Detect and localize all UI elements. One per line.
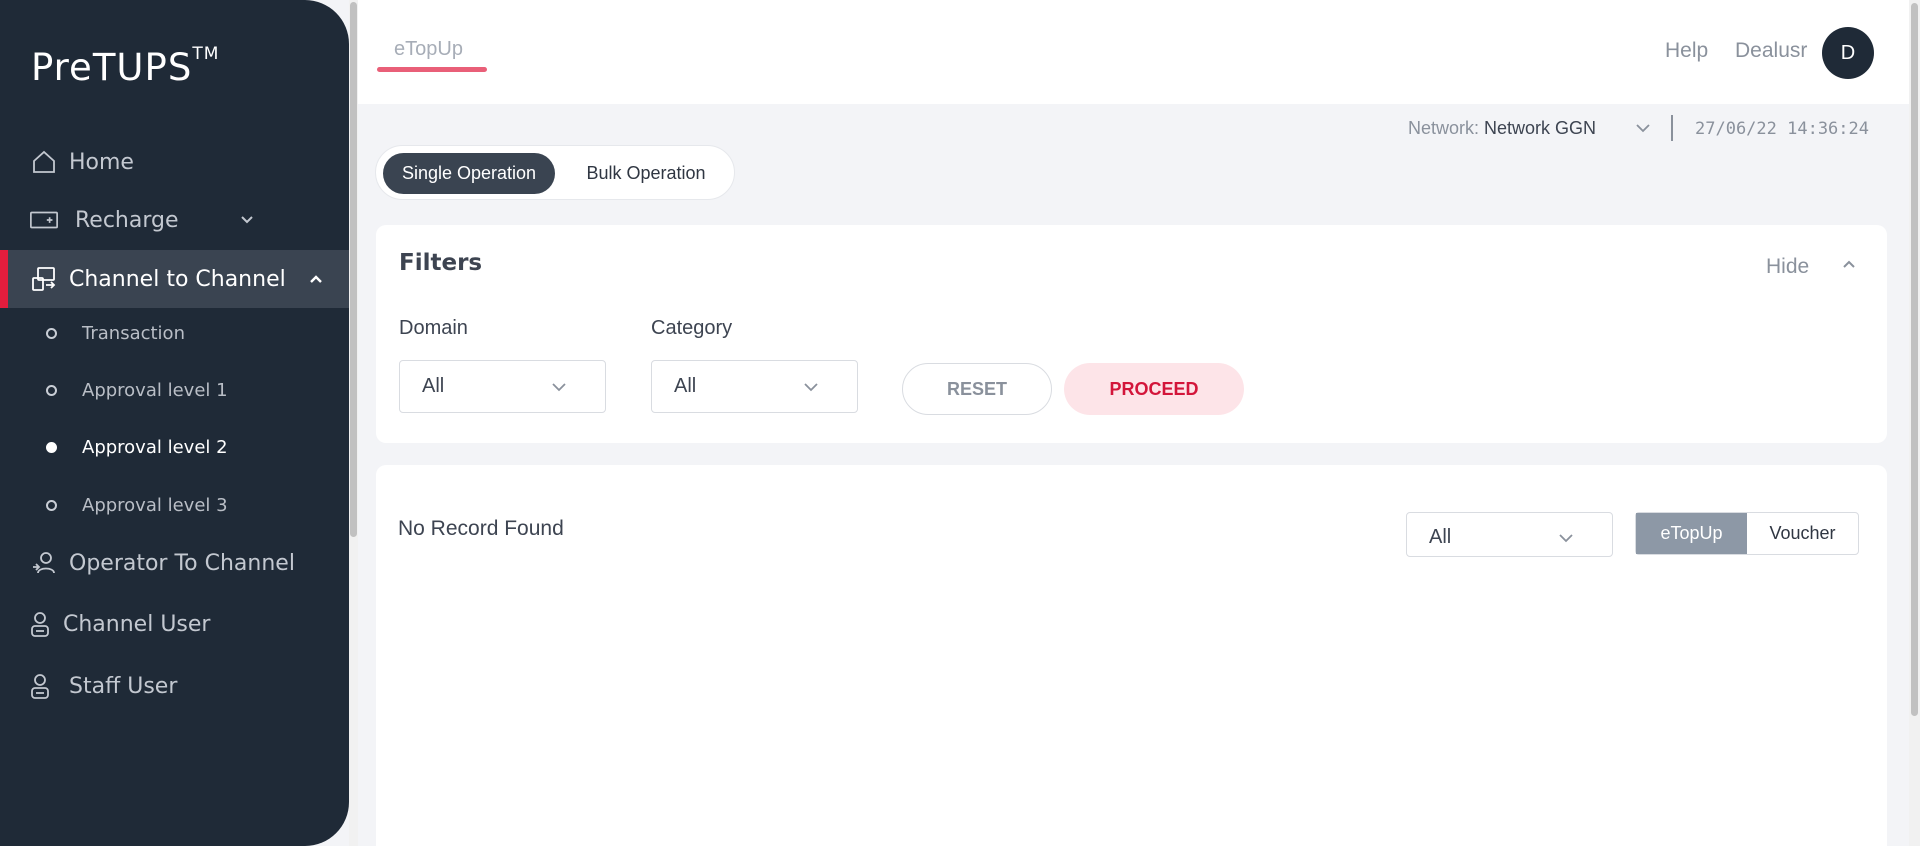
sidebar-item-channel-user[interactable]: Channel User [0,598,349,650]
sidebar-subitem-label: Transaction [82,322,185,344]
bulk-operation-button[interactable]: Bulk Operation [566,153,726,194]
divider [1671,115,1673,141]
sidebar-item-label: Channel to Channel [69,266,286,292]
page-scrollbar[interactable] [1909,0,1920,846]
operation-toggle: Single Operation Bulk Operation [375,145,735,200]
username[interactable]: Dealusr [1735,39,1807,63]
results-filter-value: All [1429,526,1452,548]
chevron-up-icon [306,269,326,289]
chevron-up-icon[interactable] [1841,257,1857,276]
chevron-down-icon [1558,527,1574,550]
chevron-down-icon [551,376,567,399]
no-record-message: No Record Found [398,517,564,540]
filters-card: Filters Hide Domain All Category All RES… [376,225,1887,443]
sidebar-subitem-approval-1[interactable]: Approval level 1 [0,368,349,412]
category-select-value: All [674,375,697,397]
sidebar-item-recharge[interactable]: Recharge [0,194,349,246]
chevron-down-icon [803,376,819,399]
filters-title: Filters [399,250,483,276]
network-selector[interactable]: Network: Network GGN [1408,118,1596,139]
scrollbar-thumb[interactable] [350,2,357,537]
results-filter-select[interactable]: All [1406,512,1613,557]
sidebar-subitem-approval-3[interactable]: Approval level 3 [0,483,349,527]
chevron-down-icon [237,210,257,230]
sidebar-subitem-approval-2[interactable]: Approval level 2 [0,425,349,469]
type-segmented-control: eTopUp Voucher [1635,512,1859,555]
sidebar-item-label: Channel User [63,611,211,637]
segment-etopup[interactable]: eTopUp [1636,513,1747,554]
sidebar-item-channel-to-channel[interactable]: Channel to Channel [0,250,349,308]
category-label: Category [651,317,733,339]
results-card: No Record Found All eTopUp Voucher [376,465,1887,846]
app-logo: PreTUPSTM [31,43,220,89]
sidebar-item-label: Staff User [69,673,178,699]
sidebar-item-operator-to-channel[interactable]: Operator To Channel [0,537,349,589]
network-value: Network GGN [1484,118,1597,138]
sidebar-item-label: Recharge [75,207,179,233]
home-icon [29,147,59,177]
domain-select-value: All [422,375,445,397]
sidebar-scrollbar[interactable] [349,0,358,846]
operator-to-channel-icon [29,548,59,578]
datetime: 27/06/22 14:36:24 [1695,119,1869,139]
network-label: Network: [1408,118,1480,138]
top-header: eTopUp Help Dealusr D [358,0,1909,104]
domain-select[interactable]: All [399,360,606,413]
sidebar-item-home[interactable]: Home [0,136,349,188]
category-select[interactable]: All [651,360,858,413]
channel-to-channel-icon [29,264,59,294]
recharge-icon [29,205,59,235]
active-tab-indicator [377,67,487,72]
sidebar-item-staff-user[interactable]: Staff User [0,660,349,712]
avatar[interactable]: D [1822,27,1874,79]
user-icon [25,609,55,639]
domain-label: Domain [399,317,468,339]
sidebar-subitem-label: Approval level 1 [82,379,228,401]
tab-etopup[interactable]: eTopUp [394,38,463,61]
sidebar: PreTUPSTM Home Recharge Channel to Chann… [0,0,349,846]
sidebar-item-label: Home [69,149,134,175]
chevron-down-icon[interactable] [1635,121,1651,139]
hide-filters-button[interactable]: Hide [1766,255,1809,279]
reset-button[interactable]: RESET [902,363,1052,415]
staff-user-icon [25,671,55,701]
single-operation-button[interactable]: Single Operation [383,153,555,194]
sidebar-subitem-label: Approval level 3 [82,494,228,516]
bullet-icon [46,327,57,339]
scrollbar-thumb[interactable] [1911,3,1918,716]
segment-voucher[interactable]: Voucher [1747,513,1858,554]
sidebar-item-label: Operator To Channel [69,550,295,576]
bullet-icon [46,441,57,453]
sidebar-subitem-transaction[interactable]: Transaction [0,311,349,355]
sidebar-subitem-label: Approval level 2 [82,436,228,458]
proceed-button[interactable]: PROCEED [1064,363,1244,415]
bullet-icon [46,384,57,396]
bullet-icon [46,499,57,511]
help-link[interactable]: Help [1665,39,1708,63]
